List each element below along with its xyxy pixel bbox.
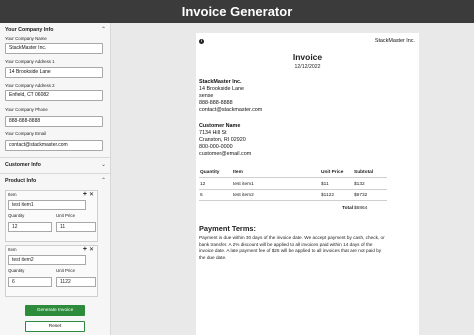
company-phone-input[interactable]: 888-888-8888 <box>5 116 103 127</box>
company-address2-input[interactable]: Enfield, CT 06082 <box>5 90 103 101</box>
quantity-input[interactable]: 6 <box>8 277 52 287</box>
add-item-icon[interactable]: + <box>83 246 87 254</box>
section-product-info[interactable]: Product Info ⌃ <box>5 176 106 186</box>
company-address1-label: Your Company Address 1 <box>5 59 55 64</box>
item-label: Item <box>8 247 17 252</box>
table-cell-quantity: 12 <box>200 182 206 187</box>
table-cell-subtotal: $132 <box>354 182 365 187</box>
company-address1-input[interactable]: 14 Brookside Lane <box>5 67 103 78</box>
app-title: Invoice Generator <box>181 4 293 19</box>
item-label: Item <box>8 192 17 197</box>
from-email: contact@stackmaster.com <box>199 107 263 113</box>
unit-price-label: Unit Price <box>56 268 76 273</box>
payment-terms-heading: Payment Terms: <box>199 224 256 233</box>
section-company-info[interactable]: Your Company Info ⌃ <box>5 25 106 35</box>
table-divider <box>199 200 387 201</box>
unit-price-label: Unit Price <box>56 213 76 218</box>
customer-phone: 800-000-0000 <box>199 144 233 150</box>
payment-terms-text: Payment is due within 30 days of the inv… <box>199 235 385 260</box>
table-cell-unit-price: $11 <box>321 182 329 187</box>
item-name-input[interactable]: test item2 <box>8 255 86 265</box>
company-email-label: Your Company Email <box>5 131 47 136</box>
table-cell-unit-price: $1122 <box>321 193 334 198</box>
chevron-down-icon[interactable]: ⌄ <box>101 160 106 170</box>
chevron-up-icon[interactable]: ⌃ <box>101 176 106 186</box>
product-item-card: Item + ✕ test item1 Quantity Unit Price … <box>5 190 98 242</box>
info-icon[interactable]: i <box>199 39 204 44</box>
customer-name: Customer Name <box>199 123 241 129</box>
invoice-company-top: StackMaster Inc. <box>374 38 415 44</box>
section-title: Product Info <box>5 178 37 184</box>
customer-email: customer@email.com <box>199 151 252 157</box>
table-cell-subtotal: $6732 <box>354 193 368 198</box>
from-address1: 14 Brookside Lane <box>199 86 244 92</box>
table-header-item: Item <box>233 170 243 175</box>
generate-invoice-button[interactable]: Generate Invoice <box>25 305 85 316</box>
company-name-label: Your Company Name <box>5 36 47 41</box>
reset-button[interactable]: Reset <box>25 321 85 332</box>
chevron-up-icon[interactable]: ⌃ <box>101 25 106 35</box>
table-header-quantity: Quantity <box>200 170 220 175</box>
table-divider <box>199 177 387 178</box>
from-address2: sense <box>199 93 214 99</box>
divider <box>0 157 110 158</box>
table-cell-quantity: 6 <box>200 193 203 198</box>
company-name-input[interactable]: StackMaster Inc. <box>5 43 103 54</box>
app-header: Invoice Generator <box>0 0 474 23</box>
table-cell-item: test item2 <box>233 193 254 198</box>
table-header-subtotal: Subtotal <box>354 170 374 175</box>
unit-price-input[interactable]: 11 <box>56 222 96 232</box>
product-item-card: Item + ✕ test item2 Quantity Unit Price … <box>5 245 98 297</box>
from-phone: 888-888-8888 <box>199 100 233 106</box>
company-email-input[interactable]: contact@stackmaster.com <box>5 140 103 151</box>
section-title: Customer Info <box>5 162 41 168</box>
divider <box>0 173 110 174</box>
add-item-icon[interactable]: + <box>83 191 87 199</box>
section-title: Your Company Info <box>5 27 54 33</box>
total-value: $6864 <box>354 206 368 211</box>
table-divider <box>199 189 387 190</box>
item-name-input[interactable]: test item1 <box>8 200 86 210</box>
sidebar: Your Company Info ⌃ Your Company Name St… <box>0 23 111 335</box>
quantity-label: Quantity <box>8 213 25 218</box>
from-company-name: StackMaster Inc. <box>199 79 242 85</box>
company-phone-label: Your Company Phone <box>5 107 48 112</box>
invoice-preview: i StackMaster Inc. Invoice 12/12/2022 St… <box>196 33 419 335</box>
unit-price-input[interactable]: 1122 <box>56 277 96 287</box>
remove-item-icon[interactable]: ✕ <box>89 191 94 199</box>
customer-address2: Cranston, RI 02920 <box>199 137 246 143</box>
quantity-label: Quantity <box>8 268 25 273</box>
remove-item-icon[interactable]: ✕ <box>89 246 94 254</box>
section-customer-info[interactable]: Customer Info ⌄ <box>5 160 106 170</box>
table-header-unit-price: Unit Price <box>321 170 344 175</box>
customer-address1: 7134 Hill St <box>199 130 227 136</box>
invoice-date: 12/12/2022 <box>294 64 321 70</box>
total-label: Total <box>342 206 354 211</box>
quantity-input[interactable]: 12 <box>8 222 52 232</box>
company-address2-label: Your Company Address 2 <box>5 83 55 88</box>
table-cell-item: test item1 <box>233 182 254 187</box>
invoice-title: Invoice <box>292 52 323 62</box>
